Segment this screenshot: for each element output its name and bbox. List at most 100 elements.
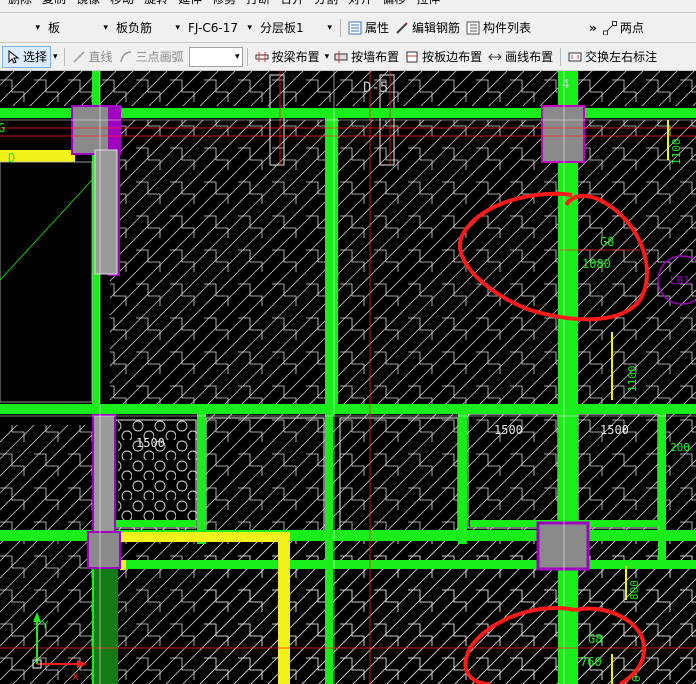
edit-toolbar-row: 删除 复制 镜像 移动 旋转 延伸 修剪 打断 合并 分割 对齐 偏移 拉伸: [8, 0, 440, 7]
arc-button[interactable]: 三点画弧: [116, 46, 187, 68]
rebar-spec-label: G8: [600, 235, 614, 249]
rebar-length-label: 1080: [582, 257, 611, 271]
element-type-select-value: 板: [48, 21, 61, 35]
edit-rebar-label: 编辑钢筋: [412, 21, 461, 35]
line-label: 直线: [88, 50, 113, 64]
arc-icon: [119, 50, 131, 62]
dimension-label: 0: [630, 675, 643, 682]
x-axis-label: X: [72, 672, 79, 683]
chevron-down-icon: ▾: [247, 22, 252, 33]
swap-label-button[interactable]: 交换左右标注: [565, 46, 660, 68]
component-list-button[interactable]: 构件列表: [463, 17, 534, 39]
chevron-down-icon[interactable]: ▾: [53, 52, 58, 62]
by-wall-label: 按墙布置: [351, 50, 400, 64]
element-name-select-value: FJ-C6-170: [188, 20, 238, 35]
edit-toolbar: 删除 复制 镜像 移动 旋转 延伸 修剪 打断 合并 分割 对齐 偏移 拉伸: [0, 0, 696, 13]
y-axis-label: Y: [41, 620, 49, 631]
component-list-label: 构件列表: [483, 21, 532, 35]
copy-button[interactable]: 复制: [42, 0, 66, 7]
split-button[interactable]: 分割: [314, 0, 338, 7]
draw-toolbar-row: 选择 ▾ 直线 三点画弧 ▾ 按梁布置 ▾ 按墙布置 按板边布置 画线布置 交换…: [0, 43, 660, 70]
stretch-button[interactable]: 拉伸: [416, 0, 440, 7]
wall-layout-icon: [334, 50, 348, 63]
edit-rebar-icon: [396, 21, 408, 34]
component-tag: LB1: [670, 274, 690, 287]
by-slab-edge-button[interactable]: 按板边布置: [402, 46, 485, 68]
draw-line-label: 画线布置: [505, 50, 554, 64]
align-button[interactable]: 对齐: [348, 0, 372, 7]
toolbar-separator: [246, 47, 248, 66]
draw-toolbar: 选择 ▾ 直线 三点画弧 ▾ 按梁布置 ▾ 按墙布置 按板边布置 画线布置 交换…: [0, 43, 696, 71]
draw-line-button[interactable]: 画线布置: [485, 46, 556, 68]
swap-icon: [568, 52, 582, 61]
sublayer-select[interactable]: 分层板1 ▾: [256, 16, 336, 39]
axis-label: D-5: [363, 80, 388, 96]
two-point-button[interactable]: 两点: [600, 17, 647, 39]
by-slab-edge-label: 按板边布置: [422, 50, 483, 64]
by-wall-button[interactable]: 按墙布置: [331, 46, 402, 68]
two-point-icon: [602, 20, 617, 35]
element-type-select[interactable]: 板 ▾: [44, 16, 112, 39]
dimension-label: 1100: [626, 366, 639, 393]
merge-button[interactable]: 合并: [280, 0, 304, 7]
arc-label: 三点画弧: [135, 50, 184, 64]
select-button[interactable]: 选择: [2, 45, 52, 68]
edit-rebar-button[interactable]: 编辑钢筋: [392, 17, 463, 39]
category-select-value: 板负筋: [116, 21, 153, 35]
component-toolbar-row: ▾ 板 ▾ 板负筋 ▾ FJ-C6-170 ▾ 分层板1 ▾ 属性 编辑钢筋: [0, 13, 647, 42]
mirror-button[interactable]: 镜像: [76, 0, 100, 7]
swap-label: 交换左右标注: [585, 50, 658, 64]
opening: [0, 161, 93, 403]
move-button[interactable]: 移动: [110, 0, 134, 7]
line-button[interactable]: 直线: [69, 46, 116, 68]
rebar-spec-label: G8: [588, 632, 602, 646]
slab-label: 1500: [136, 436, 165, 450]
slab-edge-icon: [406, 51, 418, 62]
axis-side-label: D: [8, 151, 15, 165]
list-icon: [466, 21, 480, 34]
toolbar-separator: [340, 18, 341, 37]
chevron-down-icon: ▾: [327, 22, 332, 33]
chevron-down-icon: ▾: [235, 51, 240, 62]
toolbar-separator: [63, 47, 65, 66]
floor-select[interactable]: ▾: [0, 16, 44, 39]
component-toolbar: ▾ 板 ▾ 板负筋 ▾ FJ-C6-170 ▾ 分层板1 ▾ 属性 编辑钢筋: [0, 13, 696, 43]
sublayer-select-value: 分层板1: [260, 21, 304, 35]
chevron-down-icon: ▾: [175, 22, 180, 33]
chevron-down-icon: ▾: [103, 22, 108, 33]
edge-beam: [94, 560, 118, 684]
trim-button[interactable]: 修剪: [212, 0, 236, 7]
offset-button[interactable]: 偏移: [382, 0, 406, 7]
rotate-button[interactable]: 旋转: [144, 0, 168, 7]
slab-label: 1500: [494, 423, 523, 437]
extend-button[interactable]: 延伸: [178, 0, 202, 7]
properties-label: 属性: [365, 21, 390, 35]
properties-icon: [348, 21, 362, 34]
toolbar-separator: [560, 47, 562, 66]
break-button[interactable]: 打断: [246, 0, 270, 7]
properties-button[interactable]: 属性: [345, 17, 392, 39]
chevron-down-icon: ▾: [35, 22, 40, 33]
dimension-label: 200: [670, 441, 690, 454]
beam-layout-icon: [255, 51, 269, 62]
delete-button[interactable]: 删除: [8, 0, 32, 7]
cursor-icon: [8, 49, 20, 64]
by-beam-button[interactable]: 按梁布置: [252, 46, 323, 68]
category-select[interactable]: 板负筋 ▾: [112, 16, 184, 39]
rebar-length-label: 760: [580, 655, 602, 669]
draw-line-icon: [488, 53, 502, 60]
axis-label-right: 4: [562, 77, 569, 91]
element-name-select[interactable]: FJ-C6-170 ▾: [184, 16, 256, 39]
select-label: 选择: [23, 50, 48, 64]
more-tools-button[interactable]: »: [586, 17, 600, 39]
slab-label: 1500: [600, 423, 629, 437]
dimension-label: 1100: [670, 139, 683, 166]
by-beam-label: 按梁布置: [271, 50, 320, 64]
drawing-canvas[interactable]: D-5 4 G D G8 1080 G8 760 1500 1500 1500 …: [0, 71, 696, 684]
axis-side-label: G: [0, 121, 5, 135]
chevron-down-icon[interactable]: ▾: [325, 52, 330, 62]
two-point-label: 两点: [619, 21, 644, 35]
line-icon: [73, 50, 85, 63]
arc-parameter-input[interactable]: ▾: [188, 46, 243, 67]
dimension-label: 800: [628, 580, 641, 600]
